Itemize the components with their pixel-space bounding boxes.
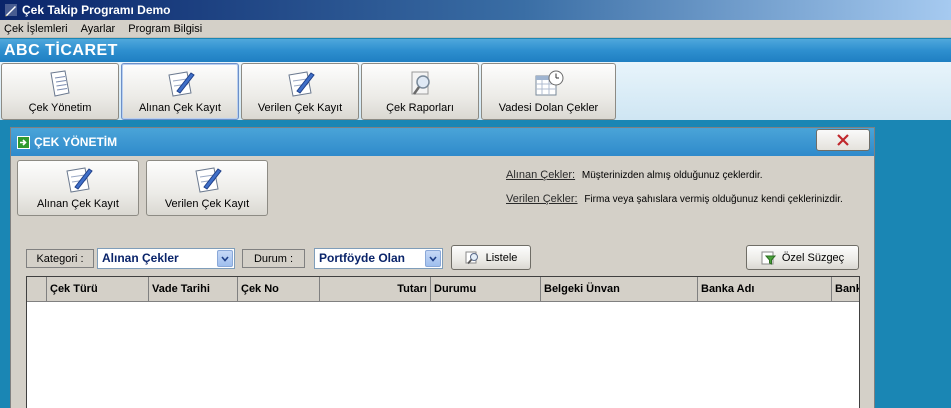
cek-yonetim-button[interactable]: Çek Yönetim — [1, 63, 119, 120]
listele-button[interactable]: Listele — [451, 245, 531, 270]
magnifier-icon — [465, 251, 478, 264]
cek-yonetim-window: ÇEK YÖNETİM Alınan Çek Kayıt Verilen Çek… — [10, 127, 875, 408]
alinan-cek-kayit-button[interactable]: Alınan Çek Kayıt — [121, 63, 239, 120]
document-list-icon — [50, 70, 70, 97]
kategori-select[interactable]: Alınan Çekler — [97, 248, 235, 269]
info-alinan-key: Alınan Çekler: — [506, 169, 576, 181]
company-name: ABC TİCARET — [4, 42, 118, 59]
kategori-value: Alınan Çekler — [102, 251, 179, 265]
child-title-bar: ÇEK YÖNETİM — [11, 128, 874, 156]
col-cek-no[interactable]: Çek No — [238, 277, 320, 302]
close-icon — [837, 134, 849, 146]
col-durumu[interactable]: Durumu — [431, 277, 541, 302]
vadesi-dolan-cekler-label: Vadesi Dolan Çekler — [498, 102, 599, 114]
pen-check-icon — [168, 71, 195, 97]
pen-check-icon — [288, 71, 315, 97]
ozel-suzgec-label: Özel Süzgeç — [781, 251, 845, 264]
col-cek-turu[interactable]: Çek Türü — [47, 277, 149, 302]
verilen-cek-kayit-label: Verilen Çek Kayıt — [257, 102, 343, 114]
kategori-label: Kategori : — [26, 249, 94, 268]
col-belgeki-unvan[interactable]: Belgeki Ünvan — [541, 277, 698, 302]
menu-program-bilgisi[interactable]: Program Bilgisi — [128, 23, 202, 35]
calendar-clock-icon — [535, 70, 563, 96]
info-verilen-cekler: Verilen Çekler: Firma veya şahıslara ver… — [506, 193, 843, 205]
listele-label: Listele — [485, 251, 518, 264]
window-title: Çek Takip Programı Demo — [22, 3, 171, 17]
verilen-cek-kayit-big-button[interactable]: Verilen Çek Kayıt — [146, 160, 268, 216]
info-verilen-text: Firma veya şahıslara vermiş olduğunuz ke… — [584, 194, 843, 205]
arrow-right-icon — [17, 135, 30, 149]
chevron-down-icon[interactable] — [217, 250, 233, 267]
info-verilen-key: Verilen Çekler: — [506, 193, 578, 205]
cek-yonetim-label: Çek Yönetim — [28, 102, 92, 114]
alinan-cek-kayit-big-button[interactable]: Alınan Çek Kayıt — [17, 160, 139, 216]
pen-check-icon — [195, 167, 222, 193]
window-title-bar: Çek Takip Programı Demo — [0, 0, 951, 20]
menu-ayarlar[interactable]: Ayarlar — [81, 23, 116, 35]
col-bank-truncated[interactable]: Bank — [832, 277, 859, 302]
app-pen-icon — [4, 3, 18, 17]
durum-value: Portföyde Olan — [319, 251, 406, 265]
col-vade-tarihi[interactable]: Vade Tarihi — [149, 277, 238, 302]
durum-label: Durum : — [242, 249, 305, 268]
alinan-cek-kayit-label: Alınan Çek Kayıt — [139, 102, 221, 114]
cek-list-grid[interactable]: Çek Türü Vade Tarihi Çek No Tutarı Durum… — [26, 276, 860, 408]
ozel-suzgec-button[interactable]: Özel Süzgeç — [746, 245, 859, 270]
chevron-down-icon[interactable] — [425, 250, 441, 267]
cek-raporlari-label: Çek Raporları — [386, 102, 454, 114]
pen-check-icon — [66, 167, 93, 193]
company-name-bar: ABC TİCARET — [0, 39, 951, 62]
child-title: ÇEK YÖNETİM — [34, 135, 118, 149]
grid-indicator-column — [27, 277, 47, 302]
filter-icon — [761, 251, 776, 265]
vadesi-dolan-cekler-button[interactable]: Vadesi Dolan Çekler — [481, 63, 616, 120]
grid-header: Çek Türü Vade Tarihi Çek No Tutarı Durum… — [27, 277, 859, 302]
col-tutari[interactable]: Tutarı — [320, 277, 431, 302]
alinan-cek-kayit-big-label: Alınan Çek Kayıt — [37, 198, 119, 210]
magnifier-report-icon — [411, 71, 430, 95]
close-button[interactable] — [816, 129, 870, 151]
menu-cek-islemleri[interactable]: Çek İşlemleri — [4, 23, 68, 35]
durum-select[interactable]: Portföyde Olan — [314, 248, 443, 269]
info-alinan-text: Müşterinizden almış olduğunuz çeklerdir. — [581, 170, 763, 181]
col-banka-adi[interactable]: Banka Adı — [698, 277, 832, 302]
verilen-cek-kayit-big-label: Verilen Çek Kayıt — [164, 198, 250, 210]
verilen-cek-kayit-button[interactable]: Verilen Çek Kayıt — [241, 63, 359, 120]
info-alinan-cekler: Alınan Çekler: Müşterinizden almış olduğ… — [506, 169, 763, 181]
cek-raporlari-button[interactable]: Çek Raporları — [361, 63, 479, 120]
main-toolbar: Çek Yönetim Alınan Çek Kayıt Verilen Çek… — [0, 62, 951, 120]
menu-bar: Çek İşlemleri Ayarlar Program Bilgisi — [0, 20, 951, 38]
